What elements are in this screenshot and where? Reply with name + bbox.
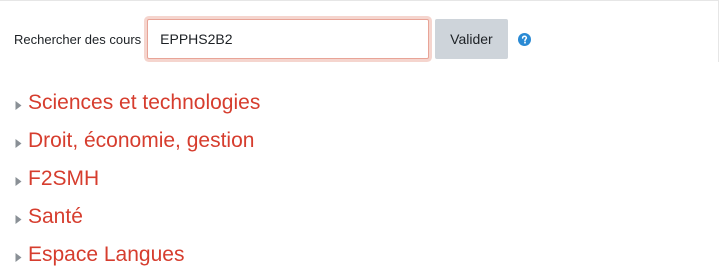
- caret-right-icon[interactable]: [14, 98, 23, 110]
- category-item[interactable]: Santé: [14, 198, 260, 236]
- category-list: Sciences et technologies Droit, économie…: [14, 84, 260, 271]
- caret-right-icon[interactable]: [14, 250, 23, 262]
- top-divider: [0, 0, 719, 1]
- search-input[interactable]: [147, 19, 430, 59]
- course-search-page: Rechercher des cours Valider Sciences et…: [0, 0, 719, 271]
- category-link-f2smh[interactable]: F2SMH: [28, 167, 99, 191]
- category-item[interactable]: Espace Langues: [14, 236, 260, 271]
- caret-right-icon[interactable]: [14, 212, 23, 224]
- category-item[interactable]: Sciences et technologies: [14, 84, 260, 122]
- search-label: Rechercher des cours: [14, 31, 142, 47]
- category-link-langues[interactable]: Espace Langues: [28, 243, 184, 267]
- category-item[interactable]: Droit, économie, gestion: [14, 122, 260, 160]
- caret-right-icon[interactable]: [14, 174, 23, 186]
- question-circle-icon[interactable]: [517, 32, 531, 46]
- category-link-sciences[interactable]: Sciences et technologies: [28, 91, 260, 115]
- course-search-form: Rechercher des cours Valider: [14, 18, 531, 60]
- category-link-sante[interactable]: Santé: [28, 205, 83, 229]
- category-item[interactable]: F2SMH: [14, 160, 260, 198]
- submit-button[interactable]: Valider: [435, 19, 508, 59]
- category-link-droit[interactable]: Droit, économie, gestion: [28, 129, 254, 153]
- caret-right-icon[interactable]: [14, 136, 23, 148]
